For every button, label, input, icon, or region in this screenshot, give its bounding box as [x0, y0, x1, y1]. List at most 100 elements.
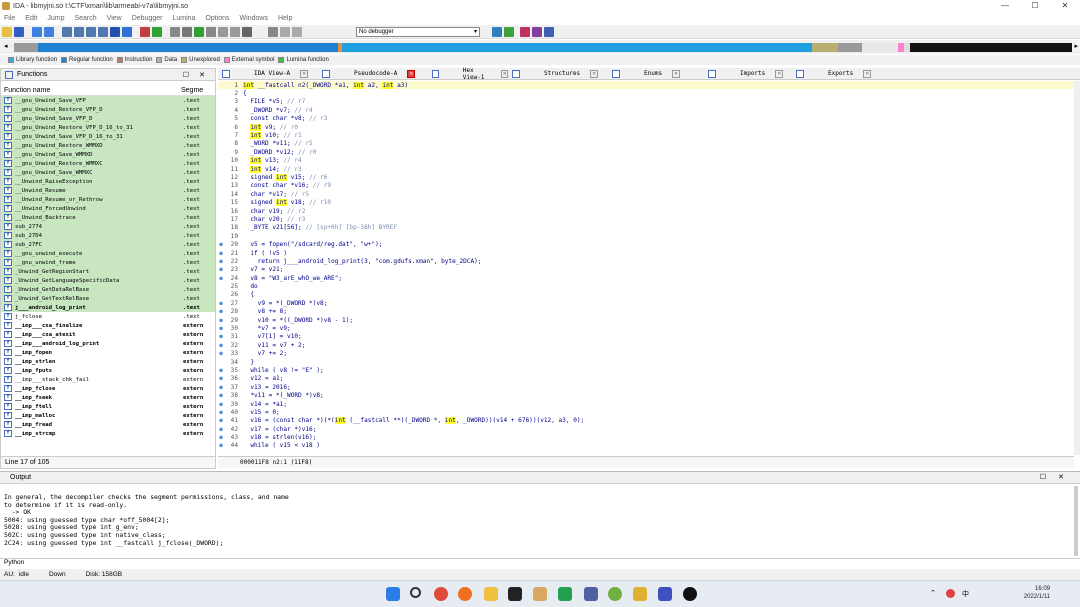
tab-close-icon[interactable]: ✕: [501, 69, 508, 78]
graph-icon[interactable]: [140, 26, 150, 37]
code-line[interactable]: 26 {: [218, 291, 1074, 299]
code-line[interactable]: ● 38 *v11 = *(_WORD *)v8;: [218, 391, 1074, 399]
code-line[interactable]: ● 43 v18 = strlen(v16);: [218, 433, 1074, 441]
code-line[interactable]: 25 do: [218, 282, 1074, 290]
function-row[interactable]: f sub_27D4 .text: [1, 231, 215, 240]
tab-close-icon[interactable]: ✕: [775, 69, 784, 78]
output-scrollbar[interactable]: [1074, 486, 1078, 556]
paste-icon[interactable]: [74, 26, 84, 37]
code-line[interactable]: ● 41 v16 = (const char *)(*(int (__fastca…: [218, 417, 1074, 425]
data-icon[interactable]: [230, 26, 240, 37]
function-row[interactable]: f sub_2774 .text: [1, 222, 215, 231]
close-button[interactable]: ✕: [1050, 0, 1080, 12]
code-line[interactable]: 7 int v10; // r1: [218, 131, 1074, 140]
minimize-button[interactable]: —: [990, 0, 1020, 12]
column-segment[interactable]: Segme: [181, 87, 203, 94]
code-line[interactable]: ● 40 v15 = 0;: [218, 408, 1074, 416]
code-line[interactable]: ● 31 v7[1] = v10;: [218, 333, 1074, 341]
code-line[interactable]: ● 35 while ( v8 != "E" );: [218, 366, 1074, 374]
code-line[interactable]: 12 signed int v15; // r6: [218, 173, 1074, 181]
step-icon[interactable]: [544, 27, 554, 37]
code-line[interactable]: ● 20 v5 = fopen("/sdcard/reg.dat", "w+");: [218, 240, 1074, 248]
function-row[interactable]: f __gnu_Unwind_Save_WMMXD .text: [1, 150, 215, 159]
code-line[interactable]: 11 int v14; // r3: [218, 165, 1074, 173]
function-row[interactable]: f __Unwind_RaiseException .text: [1, 177, 215, 186]
tab-enums[interactable]: Enums ✕: [608, 68, 704, 80]
app-icon[interactable]: [608, 587, 622, 601]
stop-icon[interactable]: [292, 26, 302, 37]
nav-left-arrow-icon[interactable]: ◂: [4, 42, 8, 50]
function-row[interactable]: f __Unwind_Resume .text: [1, 186, 215, 195]
code-line[interactable]: ● 29 v10 = *((_DWORD *)v8 - 1);: [218, 316, 1074, 324]
code-line[interactable]: 6 int v9; // r0: [218, 123, 1074, 131]
struct-icon[interactable]: [182, 26, 192, 37]
function-row[interactable]: f __imp_fseek extern: [1, 393, 215, 402]
trace-icon[interactable]: [532, 27, 542, 37]
code-line[interactable]: 34 }: [218, 358, 1074, 366]
code-line[interactable]: 9 _DWORD *v12; // r0: [218, 148, 1074, 156]
function-row[interactable]: f __gnu_Unwind_Save_VFP_D .text: [1, 114, 215, 123]
terminal-icon[interactable]: [508, 587, 522, 601]
app-icon[interactable]: [658, 587, 672, 601]
tab-ida-view-a[interactable]: IDA View-A ✕: [218, 68, 318, 80]
panel-close-icon[interactable]: ✕: [1058, 472, 1064, 484]
code-line[interactable]: 5 const char *v8; // r3: [218, 115, 1074, 123]
windows-start-icon[interactable]: [386, 587, 400, 601]
function-row[interactable]: f __Unwind_Resume_or_Rethrow .text: [1, 195, 215, 204]
tab-close-icon[interactable]: ✕: [407, 69, 416, 78]
code-scrollbar[interactable]: [1074, 81, 1080, 455]
column-function-name[interactable]: Function name: [1, 87, 181, 94]
code-line[interactable]: 8 _WORD *v11; // r5: [218, 140, 1074, 148]
code-line[interactable]: ● 37 v13 = 2016;: [218, 383, 1074, 391]
debugger-select[interactable]: No debugger ▾: [356, 27, 480, 37]
forward-icon[interactable]: [44, 26, 54, 37]
app-icon[interactable]: [633, 587, 647, 601]
lumina-icon[interactable]: [152, 26, 162, 37]
firefox-icon[interactable]: [458, 587, 472, 601]
menu-jump[interactable]: Jump: [47, 15, 64, 22]
qq-icon[interactable]: [683, 587, 697, 601]
code-line[interactable]: 13 const char *v16; // r9: [218, 182, 1074, 190]
down-arrow-icon[interactable]: [110, 26, 120, 37]
function-row[interactable]: f __imp_fopen extern: [1, 348, 215, 357]
app-icon[interactable]: [584, 587, 598, 601]
system-clock[interactable]: 16:09 2022/1/11: [1024, 585, 1050, 601]
tab-exports[interactable]: Exports ✕: [792, 68, 878, 80]
function-row[interactable]: f __imp_strcmp extern: [1, 429, 215, 438]
tab-hex-view-1[interactable]: Hex View-1 ✕: [428, 67, 508, 81]
function-row[interactable]: f _Unwind_GetTextRelBase .text: [1, 294, 215, 303]
copy-icon[interactable]: [62, 26, 72, 37]
open-icon[interactable]: [2, 26, 12, 37]
menu-search[interactable]: Search: [74, 15, 96, 22]
menu-help[interactable]: Help: [278, 15, 292, 22]
segment-icon[interactable]: [206, 26, 216, 37]
tab-close-icon[interactable]: ✕: [590, 69, 599, 78]
code-line[interactable]: ● 44 while ( v15 < v18 ): [218, 442, 1074, 450]
code-line[interactable]: 14 char *v17; // r5: [218, 190, 1074, 198]
text-search-icon[interactable]: [98, 26, 108, 37]
function-row[interactable]: f __gnu_unwind_frame .text: [1, 258, 215, 267]
pause-icon[interactable]: [280, 26, 290, 37]
code-line[interactable]: 17 char v20; // r3: [218, 215, 1074, 223]
input-method-icon[interactable]: 中: [962, 589, 969, 599]
panel-close-icon[interactable]: ✕: [199, 71, 205, 79]
folder-icon[interactable]: [484, 587, 498, 601]
function-row[interactable]: f __gnu_Unwind_Restore_WMMXC .text: [1, 159, 215, 168]
undefine-icon[interactable]: [242, 26, 252, 37]
tab-pseudocode-a[interactable]: Pseudocode-A ✕: [318, 68, 428, 80]
bookmark-icon[interactable]: [122, 26, 132, 37]
function-row[interactable]: f __Unwind_Backtrace .text: [1, 213, 215, 222]
menu-file[interactable]: File: [4, 15, 15, 22]
function-row[interactable]: f __imp_fread extern: [1, 420, 215, 429]
code-line[interactable]: ● 33 v7 += 2;: [218, 350, 1074, 358]
tab-structures[interactable]: Structures ✕: [508, 68, 608, 80]
attach-icon[interactable]: [504, 27, 514, 37]
panel-float-icon[interactable]: ☐: [183, 71, 189, 79]
function-row[interactable]: f _Unwind_GetLanguageSpecificData .text: [1, 276, 215, 285]
menu-lumina[interactable]: Lumina: [172, 15, 195, 22]
menu-debugger[interactable]: Debugger: [132, 15, 163, 22]
code-line[interactable]: 16 char v19; // r2: [218, 207, 1074, 215]
back-icon[interactable]: [32, 26, 42, 37]
tab-close-icon[interactable]: ✕: [863, 69, 872, 78]
plugin-icon[interactable]: [194, 26, 204, 37]
